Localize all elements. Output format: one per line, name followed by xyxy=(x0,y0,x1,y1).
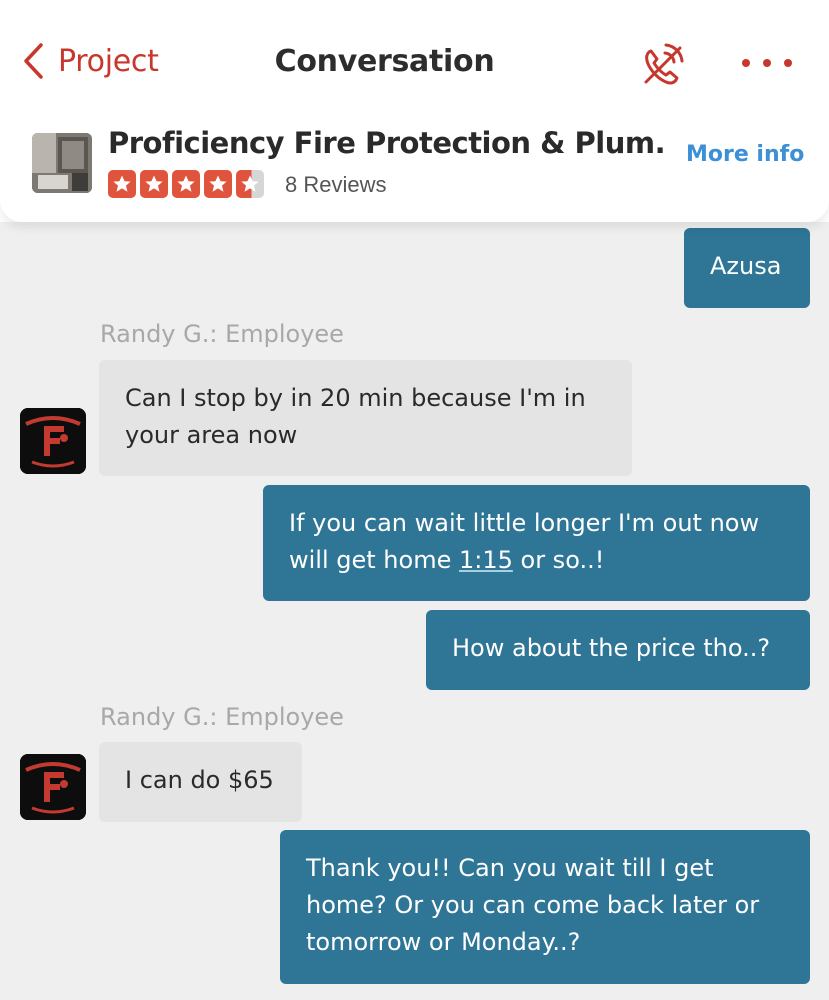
reviews-count[interactable]: 8 Reviews xyxy=(285,172,386,198)
page-title: Conversation xyxy=(274,44,495,79)
message-line: Can I stop by in 20 min because I'm in xyxy=(125,384,586,412)
message-line: Thank you!! Can you wait till I get xyxy=(306,854,714,882)
message-text: How about the price tho..? xyxy=(452,634,771,662)
message-text: I can do $65 xyxy=(125,766,274,794)
star-icon xyxy=(140,170,168,198)
message-line: home? Or you can come back later or xyxy=(306,891,760,919)
message-incoming[interactable]: I can do $65 xyxy=(99,742,302,822)
message-outgoing[interactable]: Thank you!! Can you wait till I get home… xyxy=(280,830,810,984)
more-dot xyxy=(784,59,792,67)
business-name[interactable]: Proficiency Fire Protection & Plum... xyxy=(108,126,668,160)
business-card: Proficiency Fire Protection & Plum... 8 … xyxy=(0,110,829,222)
time-link[interactable]: 1:15 xyxy=(459,546,513,574)
star-icon xyxy=(108,170,136,198)
message-text: Azusa xyxy=(710,252,782,280)
message-outgoing[interactable]: Azusa xyxy=(684,228,810,308)
message-line: tomorrow or Monday..? xyxy=(306,928,581,956)
star-icon xyxy=(172,170,200,198)
message-thread[interactable]: Azusa Randy G.: Employee Can I stop by i… xyxy=(0,222,829,1000)
message-line: will get home 1:15 or so..! xyxy=(289,546,605,574)
more-dot xyxy=(763,59,771,67)
phone-call-icon xyxy=(644,43,684,85)
employee-avatar[interactable] xyxy=(20,408,86,474)
more-info-link[interactable]: More info xyxy=(686,142,804,167)
message-outgoing[interactable]: How about the price tho..? xyxy=(426,610,810,690)
half-star-icon xyxy=(236,170,264,198)
business-photo[interactable] xyxy=(32,133,92,193)
call-button[interactable] xyxy=(636,38,688,90)
message-incoming[interactable]: Can I stop by in 20 min because I'm in y… xyxy=(99,360,632,476)
top-nav-bar: Project Conversation xyxy=(0,0,829,110)
message-outgoing[interactable]: If you can wait little longer I'm out no… xyxy=(263,485,810,601)
message-line: your area now xyxy=(125,421,298,449)
more-options-button[interactable] xyxy=(742,46,792,80)
star-icon xyxy=(204,170,232,198)
star-rating xyxy=(108,170,268,198)
sender-name: Randy G.: Employee xyxy=(100,703,344,731)
message-line: If you can wait little longer I'm out no… xyxy=(289,509,760,537)
sender-name: Randy G.: Employee xyxy=(100,320,344,348)
employee-avatar[interactable] xyxy=(20,754,86,820)
more-dots-icon xyxy=(742,59,750,67)
